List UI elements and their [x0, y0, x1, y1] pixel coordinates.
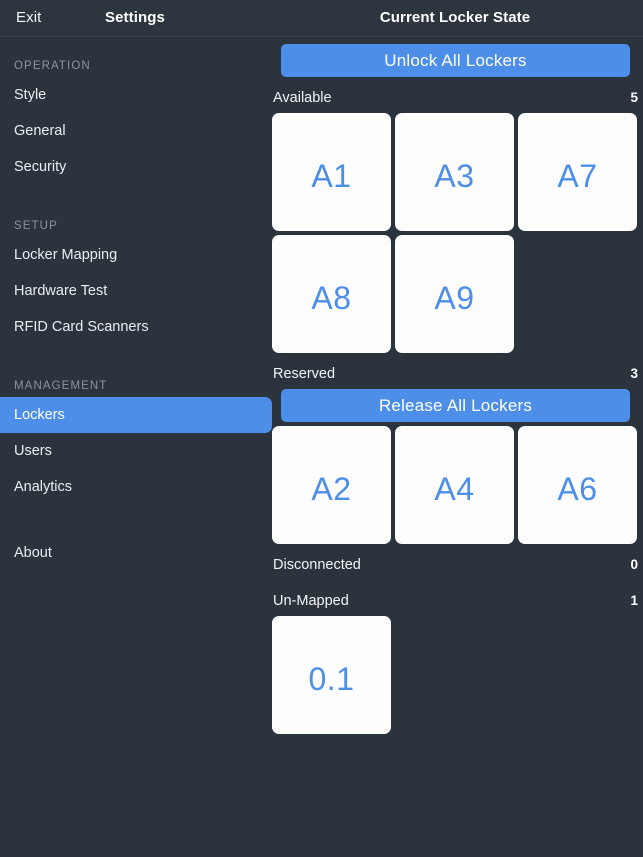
locker-tile-grid: A1 A3 A7 A8 A9 — [272, 113, 643, 353]
section-header-reserved: Reserved 3 — [272, 359, 643, 389]
locker-tile[interactable]: A2 — [272, 426, 391, 544]
sidebar-item-about[interactable]: About — [0, 535, 272, 571]
section-label: Disconnected — [273, 557, 361, 573]
sidebar-item-rfid-card-scanners[interactable]: RFID Card Scanners — [0, 309, 272, 345]
locker-tile-grid: A2 A4 A6 — [272, 426, 643, 544]
sidebar: OPERATION Style General Security SETUP Locker… — [0, 37, 272, 857]
sidebar-item-label: General — [14, 123, 66, 139]
locker-tile[interactable]: A8 — [272, 235, 391, 353]
sidebar-item-security[interactable]: Security — [0, 149, 272, 185]
sidebar-item-label: Locker Mapping — [14, 247, 118, 263]
sidebar-top-spacer — [0, 37, 272, 55]
locker-tile-label: A6 — [557, 471, 598, 507]
locker-tile-label: A7 — [557, 158, 598, 194]
sidebar-group-spacer — [0, 345, 272, 375]
sidebar-item-label: Lockers — [14, 407, 65, 423]
unlock-all-lockers-button[interactable]: Unlock All Lockers — [281, 44, 630, 77]
locker-tile[interactable]: A1 — [272, 113, 391, 231]
section-label: Reserved — [273, 366, 336, 382]
locker-tile-label: A1 — [311, 158, 352, 194]
locker-tile[interactable]: A4 — [395, 426, 514, 544]
sidebar-item-label: Security — [14, 159, 67, 175]
sidebar-item-general[interactable]: General — [0, 113, 272, 149]
sidebar-item-label: Style — [14, 87, 47, 103]
locker-tile[interactable]: A7 — [518, 113, 637, 231]
page-title: Current Locker State — [379, 9, 531, 26]
section-header-un-mapped: Un-Mapped 1 — [272, 586, 643, 616]
sidebar-item-style[interactable]: Style — [0, 77, 272, 113]
locker-tile-label: A8 — [311, 280, 352, 316]
section-header-available: Available 5 — [272, 83, 643, 113]
sidebar-group-label: SETUP — [14, 220, 58, 232]
sidebar-item-label: Users — [14, 443, 52, 459]
top-bar: Exit Settings Current Locker State — [0, 0, 643, 37]
release-all-lockers-button[interactable]: Release All Lockers — [281, 389, 630, 422]
settings-title: Settings — [105, 9, 165, 26]
section-label: Un-Mapped — [273, 593, 349, 609]
sidebar-group-label: OPERATION — [14, 60, 91, 72]
sidebar-item-label: About — [14, 545, 52, 561]
locker-sections: Available 5 A1 A3 A7 A8 A9 Reserved 3 Release All… — [272, 83, 643, 734]
sidebar-nav: OPERATION Style General Security SETUP Locker… — [0, 55, 272, 505]
exit-button[interactable]: Exit — [16, 9, 41, 26]
locker-tile-label: A3 — [434, 158, 475, 194]
locker-tile-label: A4 — [434, 471, 475, 507]
locker-tile-label: A9 — [434, 280, 475, 316]
locker-tile-label: 0.1 — [308, 661, 355, 697]
main-panel: Unlock All Lockers Available 5 A1 A3 A7 A8 A9 R… — [272, 37, 643, 857]
sidebar-item-label: Analytics — [14, 479, 73, 495]
sidebar-item-hardware-test[interactable]: Hardware Test — [0, 273, 272, 309]
sidebar-item-locker-mapping[interactable]: Locker Mapping — [0, 237, 272, 273]
section-count: 5 — [630, 90, 638, 105]
sidebar-group-spacer — [0, 185, 272, 215]
section-label: Available — [273, 90, 332, 106]
sidebar-group-label: MANAGEMENT — [14, 380, 108, 392]
sidebar-item-lockers[interactable]: Lockers — [0, 397, 272, 433]
sidebar-item-users[interactable]: Users — [0, 433, 272, 469]
sidebar-item-label: Hardware Test — [14, 283, 108, 299]
section-count: 3 — [630, 366, 638, 381]
sidebar-item-label: RFID Card Scanners — [14, 319, 149, 335]
section-count: 0 — [630, 557, 638, 572]
locker-tile[interactable]: 0.1 — [272, 616, 391, 734]
section-count: 1 — [630, 593, 638, 608]
sidebar-item-analytics[interactable]: Analytics — [0, 469, 272, 505]
locker-tile[interactable]: A6 — [518, 426, 637, 544]
section-header-disconnected: Disconnected 0 — [272, 550, 643, 580]
locker-tile-label: A2 — [311, 471, 352, 507]
locker-tile[interactable]: A9 — [395, 235, 514, 353]
locker-tile[interactable]: A3 — [395, 113, 514, 231]
sidebar-about-spacer — [0, 505, 272, 535]
locker-tile-grid: 0.1 — [272, 616, 643, 734]
